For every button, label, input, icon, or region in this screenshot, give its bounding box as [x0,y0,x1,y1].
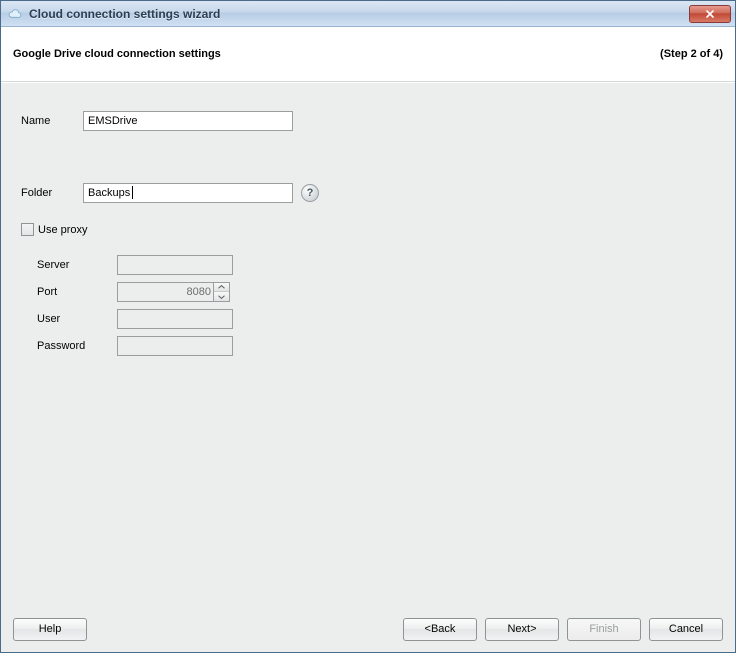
text-caret [132,186,133,199]
folder-help-button[interactable]: ? [301,184,319,202]
name-input[interactable] [83,111,293,131]
user-label: User [37,313,117,325]
row-folder: Folder ? [21,183,319,203]
use-proxy-checkbox[interactable] [21,223,34,236]
row-proxy-port: Port [37,282,230,302]
wizard-window: Cloud connection settings wizard Google … [0,0,736,653]
help-button[interactable]: Help [13,618,87,641]
user-input[interactable] [117,309,233,329]
chevron-up-icon [218,285,225,289]
help-icon: ? [307,187,314,199]
window-title: Cloud connection settings wizard [29,7,689,21]
page-subtitle: Google Drive cloud connection settings [13,48,660,60]
row-use-proxy: Use proxy [21,223,88,236]
port-label: Port [37,286,117,298]
close-icon [705,9,715,19]
cancel-button[interactable]: Cancel [649,618,723,641]
chevron-down-icon [218,295,225,299]
row-name: Name [21,111,293,131]
port-input[interactable] [117,282,213,302]
folder-input[interactable] [83,183,293,203]
footer: Help <Back Next> Finish Cancel [1,606,735,652]
port-spin [213,282,230,302]
row-proxy-password: Password [37,336,233,356]
name-label: Name [21,115,83,127]
close-button[interactable] [689,5,731,23]
row-proxy-server: Server [37,255,233,275]
password-label: Password [37,340,117,352]
server-input[interactable] [117,255,233,275]
folder-input-wrap [83,183,293,203]
folder-label: Folder [21,187,83,199]
cloud-icon [7,6,23,22]
port-spin-down[interactable] [214,292,229,301]
server-label: Server [37,259,117,271]
subheader: Google Drive cloud connection settings (… [1,27,735,82]
port-spin-up[interactable] [214,283,229,292]
form-body: Name Folder ? Use proxy Server Port [1,82,735,606]
back-button[interactable]: <Back [403,618,477,641]
port-stepper[interactable] [117,282,230,302]
finish-button[interactable]: Finish [567,618,641,641]
titlebar[interactable]: Cloud connection settings wizard [1,1,735,27]
next-button[interactable]: Next> [485,618,559,641]
row-proxy-user: User [37,309,233,329]
step-indicator: (Step 2 of 4) [660,48,723,60]
password-input[interactable] [117,336,233,356]
use-proxy-label: Use proxy [38,224,88,236]
